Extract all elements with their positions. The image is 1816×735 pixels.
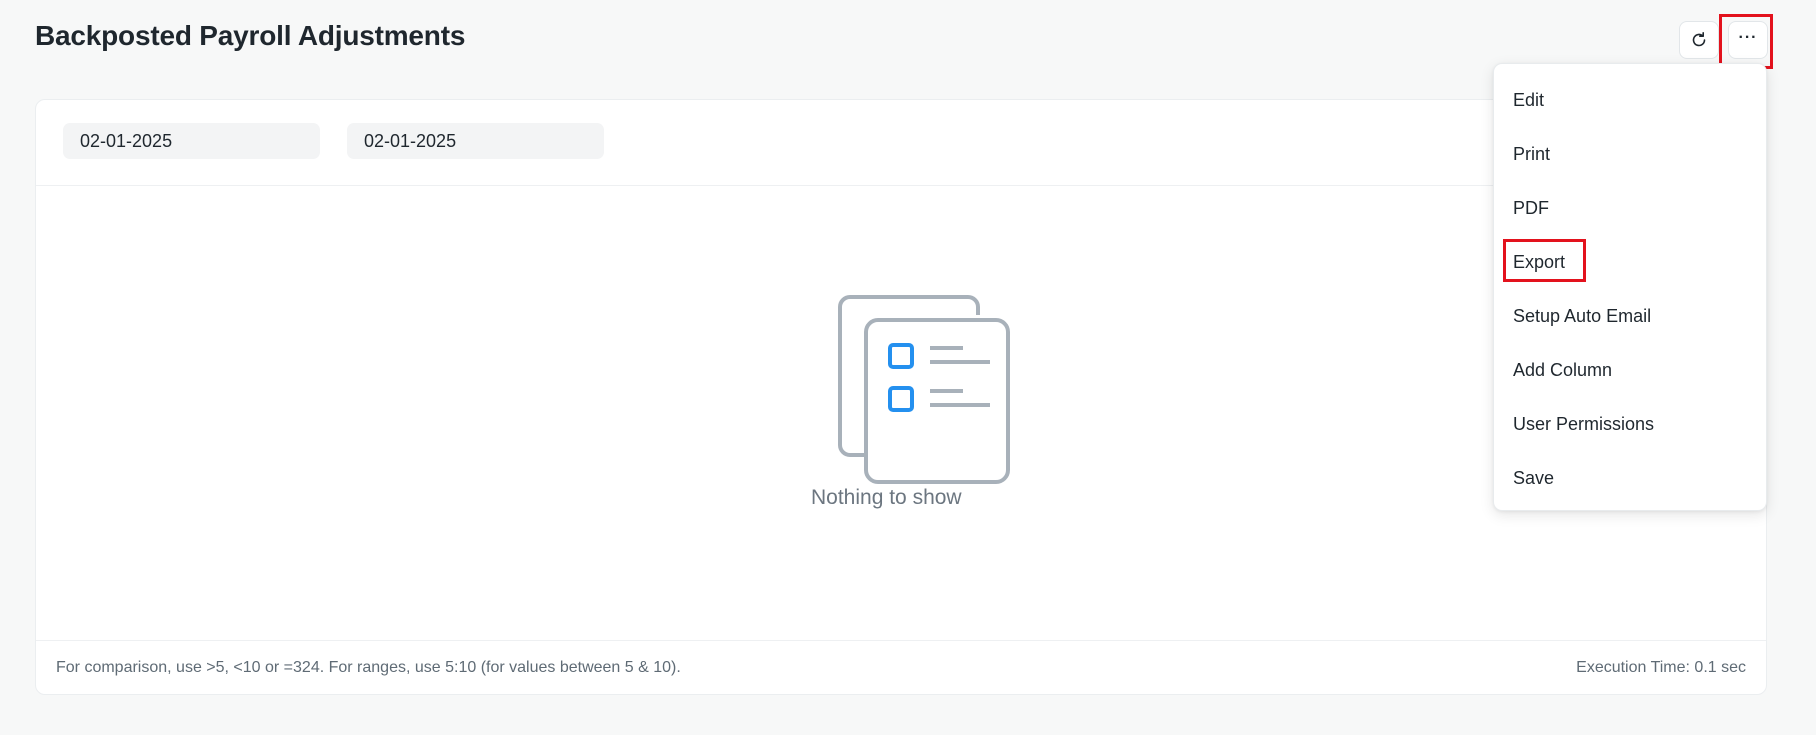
ellipsis-icon: ··· [1738, 29, 1758, 46]
from-date-input[interactable] [63, 123, 320, 159]
empty-state: Nothing to show [811, 295, 1011, 525]
menu-item-edit[interactable]: Edit [1494, 73, 1766, 127]
page-title: Backposted Payroll Adjustments [35, 20, 466, 51]
report-footer: For comparison, use >5, <10 or =324. For… [36, 640, 1766, 694]
to-date-input[interactable] [347, 123, 604, 159]
menu-item-add-column[interactable]: Add Column [1494, 343, 1766, 397]
menu-item-user-permissions[interactable]: User Permissions [1494, 397, 1766, 451]
refresh-button[interactable] [1679, 21, 1719, 59]
execution-time: Execution Time: 0.1 sec [1576, 658, 1746, 676]
empty-state-message: Nothing to show [811, 486, 962, 509]
refresh-icon [1692, 31, 1706, 47]
more-actions-button[interactable]: ··· [1728, 21, 1768, 59]
menu-item-setup-auto-email[interactable]: Setup Auto Email [1494, 289, 1766, 343]
menu-item-save[interactable]: Save [1494, 451, 1766, 505]
menu-item-pdf[interactable]: PDF [1494, 181, 1766, 235]
actions-dropdown-menu: Edit Print PDF Export Setup Auto Email A… [1493, 63, 1767, 511]
menu-item-print[interactable]: Print [1494, 127, 1766, 181]
empty-list-icon [838, 295, 1010, 484]
menu-item-export[interactable]: Export [1494, 235, 1766, 289]
filter-hint: For comparison, use >5, <10 or =324. For… [56, 658, 681, 676]
